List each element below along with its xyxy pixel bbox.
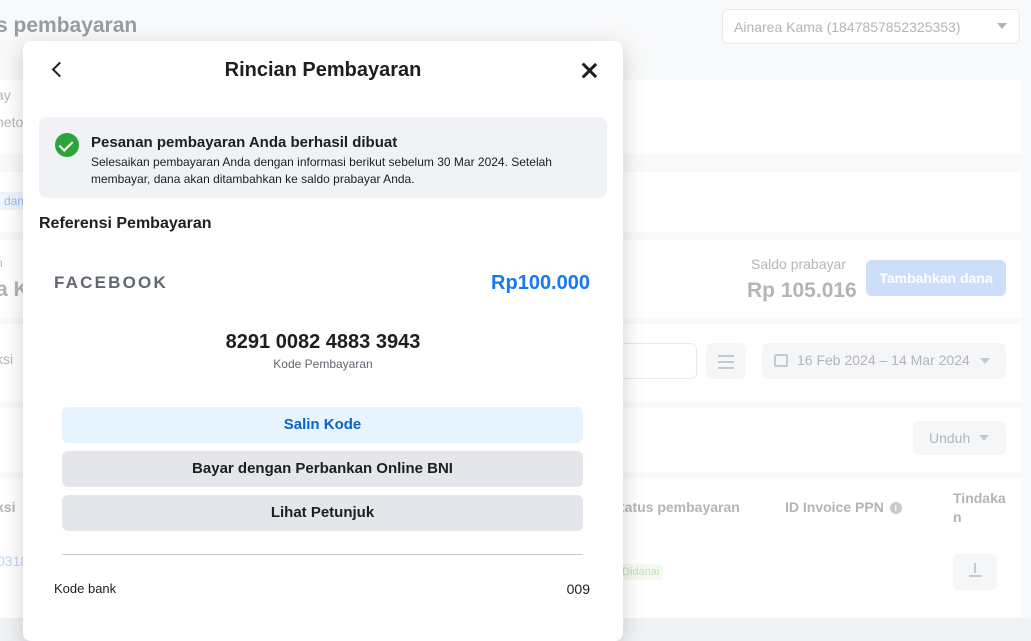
bank-code-value: 009 xyxy=(566,581,590,597)
payment-code: 8291 0082 4883 3943 xyxy=(225,331,421,353)
payment-amount: Rp100.000 xyxy=(491,272,590,294)
payment-code-label: Kode Pembayaran xyxy=(273,357,373,371)
bank-code-label: Kode bank xyxy=(54,581,117,596)
check-circle-icon xyxy=(55,133,79,157)
merchant-logo: FACEBOOK xyxy=(54,273,168,292)
close-icon[interactable] xyxy=(578,60,600,82)
pay-online-banking-button[interactable]: Bayar dengan Perbankan Online BNI xyxy=(62,451,583,487)
view-instructions-button[interactable]: Lihat Petunjuk xyxy=(62,495,583,531)
success-notice: Pesanan pembayaran Anda berhasil dibuat … xyxy=(39,117,607,198)
notice-body: Selesaikan pembayaran Anda dengan inform… xyxy=(91,155,552,186)
dialog-title: Rincian Pembayaran xyxy=(224,59,422,81)
divider xyxy=(62,554,583,555)
copy-code-button[interactable]: Salin Kode xyxy=(62,407,583,443)
section-title: Referensi Pembayaran xyxy=(39,215,212,232)
payment-details-dialog: Rincian Pembayaran Pesanan pembayaran An… xyxy=(23,41,623,641)
notice-title: Pesanan pembayaran Anda berhasil dibuat xyxy=(91,134,398,151)
